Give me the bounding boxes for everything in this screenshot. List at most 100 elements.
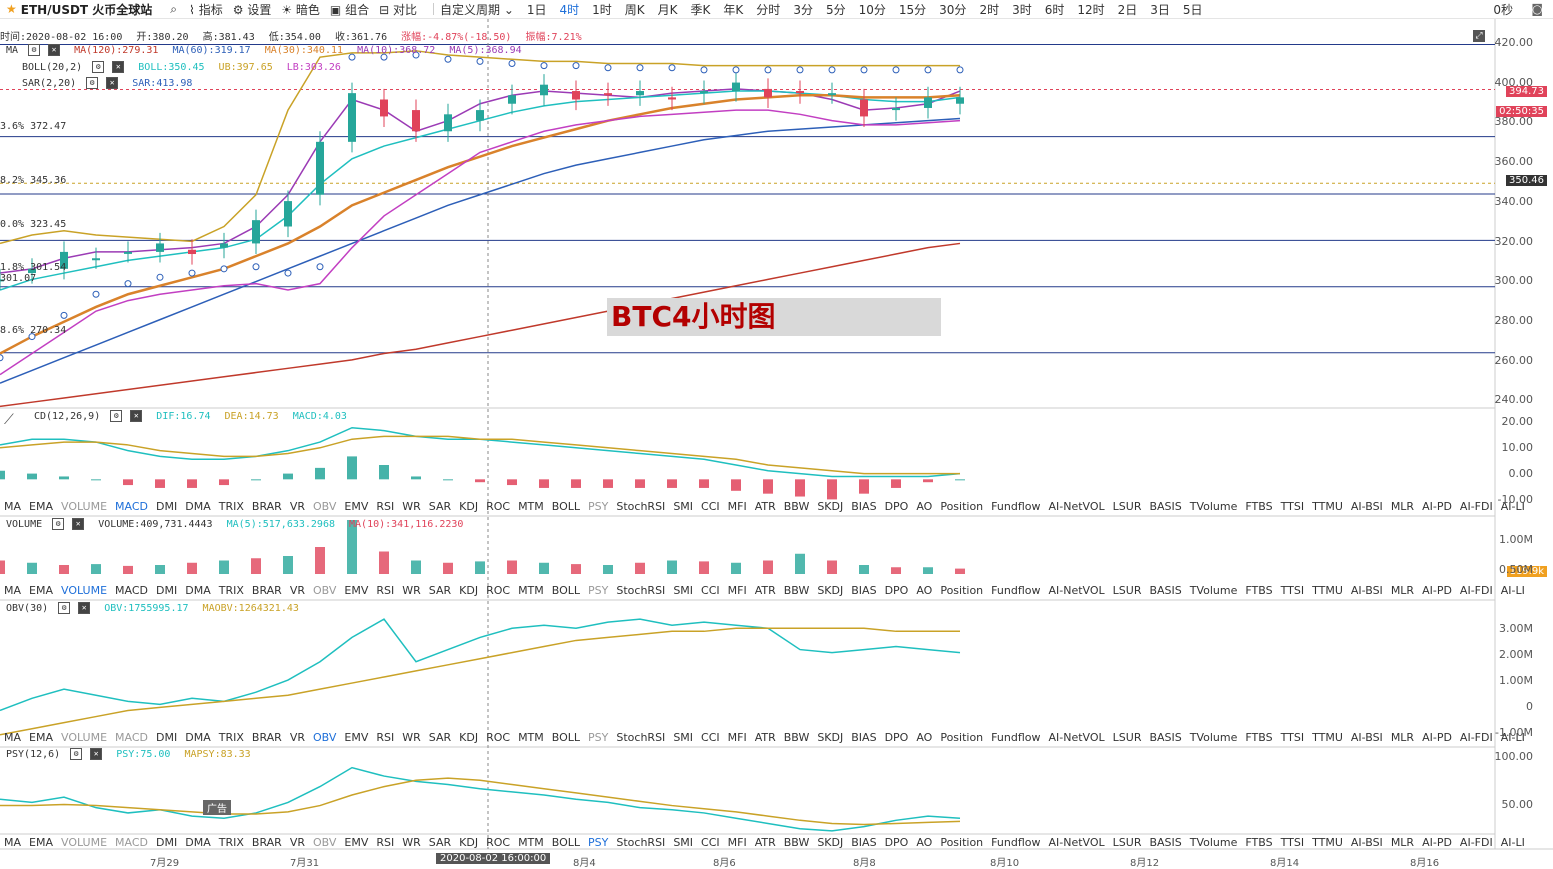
indicator-tab-emv[interactable]: EMV — [340, 836, 372, 850]
indicator-tab-dpo[interactable]: DPO — [881, 500, 913, 514]
period-4[interactable]: 月K — [658, 1, 678, 18]
indicator-tab-obv[interactable]: OBV — [309, 500, 340, 514]
indicator-tab-bbw[interactable]: BBW — [780, 731, 814, 745]
custom-period-dropdown[interactable]: 自定义周期 ⌄ — [440, 1, 514, 18]
search-icon[interactable]: ⌕ — [170, 2, 177, 17]
indicator-tab-fundflow[interactable]: Fundflow — [987, 836, 1044, 850]
indicator-tab-skdj[interactable]: SKDJ — [813, 500, 847, 514]
indicator-tab-brar[interactable]: BRAR — [248, 731, 286, 745]
indicator-tab-emv[interactable]: EMV — [340, 584, 372, 598]
indicator-tab-mfi[interactable]: MFI — [724, 500, 751, 514]
indicator-tab-ai-pd[interactable]: AI-PD — [1418, 836, 1456, 850]
indicator-tab-psy[interactable]: PSY — [584, 584, 612, 598]
indicator-tab-smi[interactable]: SMI — [669, 731, 697, 745]
close-icon[interactable]: ✕ — [90, 748, 103, 760]
indicator-tab-rsi[interactable]: RSI — [372, 731, 398, 745]
indicator-tab-brar[interactable]: BRAR — [248, 584, 286, 598]
indicator-tab-ai-li[interactable]: AI-LI — [1497, 836, 1529, 850]
indicator-tab-brar[interactable]: BRAR — [248, 836, 286, 850]
indicator-tab-ftbs[interactable]: FTBS — [1241, 584, 1276, 598]
period-9[interactable]: 5分 — [826, 1, 846, 18]
indicator-tab-wr[interactable]: WR — [398, 584, 425, 598]
indicator-button[interactable]: ⌇ 指标 — [189, 1, 223, 18]
indicator-tab-volume[interactable]: VOLUME — [57, 584, 111, 598]
indicator-tab-ai-netvol[interactable]: AI-NetVOL — [1044, 836, 1108, 850]
indicator-tab-dpo[interactable]: DPO — [881, 584, 913, 598]
indicator-tab-stochrsi[interactable]: StochRSI — [612, 584, 669, 598]
indicator-tab-emv[interactable]: EMV — [340, 731, 372, 745]
indicator-tab-cci[interactable]: CCI — [697, 584, 724, 598]
indicator-tab-atr[interactable]: ATR — [751, 836, 780, 850]
indicator-tab-mlr[interactable]: MLR — [1387, 500, 1418, 514]
indicator-tab-bbw[interactable]: BBW — [780, 584, 814, 598]
indicator-tab-psy[interactable]: PSY — [584, 731, 612, 745]
indicator-tab-macd[interactable]: MACD — [111, 500, 152, 514]
star-icon[interactable]: ★ — [6, 2, 17, 16]
camera-icon[interactable]: ◙ — [1531, 2, 1543, 16]
indicator-tab-lsur[interactable]: LSUR — [1109, 584, 1146, 598]
indicator-tab-smi[interactable]: SMI — [669, 584, 697, 598]
period-10[interactable]: 10分 — [859, 1, 886, 18]
period-6[interactable]: 年K — [723, 1, 743, 18]
indicator-tab-ma[interactable]: MA — [0, 500, 25, 514]
indicator-tab-bias[interactable]: BIAS — [847, 500, 880, 514]
period-3[interactable]: 周K — [625, 1, 645, 18]
settings-icon[interactable]: ⚙ — [86, 77, 99, 89]
indicator-tab-mlr[interactable]: MLR — [1387, 731, 1418, 745]
indicator-tab-bbw[interactable]: BBW — [780, 500, 814, 514]
indicator-tab-stochrsi[interactable]: StochRSI — [612, 500, 669, 514]
indicator-tab-ai-netvol[interactable]: AI-NetVOL — [1044, 584, 1108, 598]
indicator-tab-roc[interactable]: ROC — [482, 836, 514, 850]
indicator-tab-ao[interactable]: AO — [912, 500, 936, 514]
period-18[interactable]: 3日 — [1150, 1, 1170, 18]
indicator-tab-dma[interactable]: DMA — [181, 836, 215, 850]
indicator-tab-wr[interactable]: WR — [398, 836, 425, 850]
indicator-tab-rsi[interactable]: RSI — [372, 584, 398, 598]
indicator-tab-ema[interactable]: EMA — [25, 584, 57, 598]
indicator-tab-basis[interactable]: BASIS — [1145, 836, 1185, 850]
indicator-tab-ai-fdi[interactable]: AI-FDI — [1456, 584, 1497, 598]
indicator-tab-dpo[interactable]: DPO — [881, 836, 913, 850]
indicator-tab-ai-fdi[interactable]: AI-FDI — [1456, 836, 1497, 850]
compare-button[interactable]: ⊟ 对比 — [379, 1, 417, 18]
indicator-tab-ai-bsi[interactable]: AI-BSI — [1347, 584, 1387, 598]
period-2[interactable]: 1时 — [592, 1, 612, 18]
indicator-tab-ttmu[interactable]: TTMU — [1308, 836, 1347, 850]
indicator-tab-position[interactable]: Position — [936, 500, 987, 514]
indicator-tab-ttmu[interactable]: TTMU — [1308, 731, 1347, 745]
period-8[interactable]: 3分 — [793, 1, 813, 18]
indicator-tab-ai-pd[interactable]: AI-PD — [1418, 584, 1456, 598]
indicator-tab-skdj[interactable]: SKDJ — [813, 836, 847, 850]
indicator-tab-skdj[interactable]: SKDJ — [813, 731, 847, 745]
indicator-tab-mlr[interactable]: MLR — [1387, 584, 1418, 598]
indicator-tab-ai-fdi[interactable]: AI-FDI — [1456, 500, 1497, 514]
period-5[interactable]: 季K — [691, 1, 711, 18]
indicator-tab-lsur[interactable]: LSUR — [1109, 836, 1146, 850]
expand-icon[interactable]: ⤢ — [1473, 30, 1485, 42]
indicator-tab-mtm[interactable]: MTM — [514, 584, 548, 598]
indicator-tab-obv[interactable]: OBV — [309, 584, 340, 598]
indicator-tab-sar[interactable]: SAR — [425, 731, 455, 745]
indicator-tab-dmi[interactable]: DMI — [152, 500, 181, 514]
indicator-tab-cci[interactable]: CCI — [697, 731, 724, 745]
indicator-tab-macd[interactable]: MACD — [111, 836, 152, 850]
indicator-tab-ai-fdi[interactable]: AI-FDI — [1456, 731, 1497, 745]
period-12[interactable]: 30分 — [939, 1, 966, 18]
period-14[interactable]: 3时 — [1012, 1, 1032, 18]
indicator-tab-cci[interactable]: CCI — [697, 500, 724, 514]
indicator-tab-mlr[interactable]: MLR — [1387, 836, 1418, 850]
indicator-tab-fundflow[interactable]: Fundflow — [987, 584, 1044, 598]
settings-button[interactable]: ⚙ 设置 — [233, 1, 272, 18]
settings-icon[interactable]: ⚙ — [92, 61, 105, 73]
indicator-tab-bias[interactable]: BIAS — [847, 584, 880, 598]
indicator-tab-bbw[interactable]: BBW — [780, 836, 814, 850]
indicator-tab-macd[interactable]: MACD — [111, 584, 152, 598]
indicator-tab-tvolume[interactable]: TVolume — [1186, 584, 1242, 598]
dark-mode-button[interactable]: ☀ 暗色 — [281, 1, 320, 18]
indicator-tab-rsi[interactable]: RSI — [372, 500, 398, 514]
indicator-tab-mfi[interactable]: MFI — [724, 836, 751, 850]
indicator-tab-ai-li[interactable]: AI-LI — [1497, 584, 1529, 598]
indicator-tab-ttmu[interactable]: TTMU — [1308, 584, 1347, 598]
settings-icon[interactable]: ⚙ — [110, 410, 123, 422]
indicator-tab-ttsi[interactable]: TTSI — [1277, 836, 1308, 850]
